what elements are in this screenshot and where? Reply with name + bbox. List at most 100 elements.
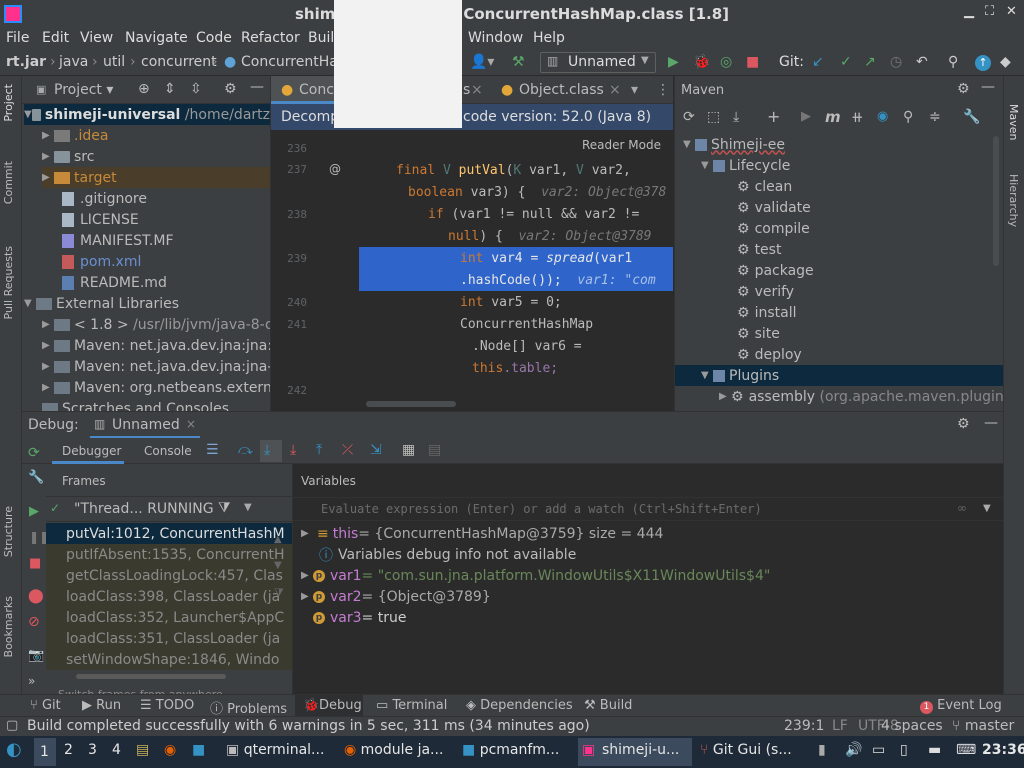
- taskbar-app-git-gui[interactable]: ⑂ Git Gui (s...: [700, 742, 792, 758]
- frame-row[interactable]: putIfAbsent:1535, ConcurrentH: [46, 544, 292, 565]
- tab-concurrenthashmap[interactable]: ● Concu: [271, 76, 343, 104]
- tab-debugger[interactable]: Debugger: [52, 438, 124, 464]
- menu-window[interactable]: Window: [468, 30, 523, 46]
- keyboard-icon[interactable]: ⌨: [956, 742, 976, 758]
- trace-icon[interactable]: ▤: [428, 442, 441, 458]
- chevron-up-icon[interactable]: ▲: [274, 534, 282, 545]
- override-annotation-icon[interactable]: @: [329, 162, 341, 176]
- horizontal-scrollbar[interactable]: [366, 401, 456, 407]
- variable-row[interactable]: p var3 = true: [313, 607, 406, 628]
- battery-icon[interactable]: ▮: [818, 742, 826, 758]
- thread-selector[interactable]: ✓ "Thread... RUNNING ⧩ ▼: [46, 496, 292, 522]
- menu-view[interactable]: View: [80, 30, 113, 46]
- breadcrumb-class[interactable]: ConcurrentHas: [241, 54, 345, 70]
- line-separator[interactable]: LF: [832, 718, 848, 734]
- maven-goal[interactable]: ⚙ site: [737, 323, 780, 344]
- tab-object-class[interactable]: Object.class: [519, 82, 604, 98]
- project-view-dropdown[interactable]: Project ▾: [54, 82, 113, 98]
- stripe-tab-hierarchy[interactable]: Hierarchy: [1007, 174, 1020, 227]
- search-icon[interactable]: ⚲: [948, 54, 958, 70]
- filter-icon[interactable]: ⧩: [274, 586, 284, 600]
- taskbar-app-pcmanfm[interactable]: ■ pcmanfm...: [462, 742, 559, 758]
- stop-icon[interactable]: ■: [29, 556, 41, 571]
- frame-row[interactable]: loadClass:351, ClassLoader (ja: [46, 628, 292, 649]
- tree-item[interactable]: .gitignore: [62, 188, 147, 209]
- tree-item[interactable]: ▶ < 1.8 > /usr/lib/jvm/java-8-o: [42, 314, 270, 335]
- maven-plugins[interactable]: ▼ Plugins: [675, 365, 1003, 386]
- bottom-tab-run[interactable]: ▶ Run: [82, 698, 121, 713]
- bottom-tab-build[interactable]: ⚒ Build: [584, 698, 632, 713]
- expand-icon[interactable]: ⇳: [190, 81, 202, 97]
- frame-row[interactable]: getClassLoadingLock:457, Clas: [46, 565, 292, 586]
- tree-item[interactable]: README.md: [62, 272, 167, 293]
- workspace-3[interactable]: 3: [88, 742, 97, 758]
- layout-icon[interactable]: ☰: [206, 442, 219, 458]
- collapse-all-icon[interactable]: ⇕: [164, 81, 176, 97]
- display-icon[interactable]: ▬: [928, 742, 941, 758]
- stripe-tab-commit[interactable]: Commit: [2, 161, 15, 204]
- download-icon[interactable]: ⤓: [733, 109, 739, 125]
- tree-item[interactable]: LICENSE: [62, 209, 139, 230]
- execute-goal-icon[interactable]: m: [825, 108, 841, 126]
- chevron-down-icon[interactable]: ▼: [274, 560, 282, 571]
- bottom-tab-debug[interactable]: 🐞 Debug: [295, 695, 363, 717]
- menu-refactor[interactable]: Refactor: [241, 30, 300, 46]
- menu-help[interactable]: Help: [533, 30, 565, 46]
- menu-navigate[interactable]: Navigate: [125, 30, 188, 46]
- tree-item[interactable]: ▶ target: [42, 167, 270, 188]
- indent-setting[interactable]: 4 spaces: [881, 718, 943, 734]
- filter-icon[interactable]: ⧩: [218, 500, 231, 516]
- close-tab-icon[interactable]: ×: [609, 82, 621, 98]
- mute-breakpoints-icon[interactable]: ⊘: [28, 614, 40, 630]
- force-step-into-icon[interactable]: ⤓: [290, 442, 296, 458]
- maximize-icon[interactable]: ⛶: [985, 4, 994, 19]
- taskbar-app-intellij[interactable]: ▣ shimeji-u...: [578, 738, 692, 766]
- tree-item[interactable]: ▶ Maven: net.java.dev.jna:jna-p: [42, 356, 270, 377]
- horizontal-scrollbar[interactable]: [76, 674, 226, 679]
- wrench-icon[interactable]: 🔧: [28, 470, 44, 485]
- chevron-down-icon[interactable]: ▼: [983, 503, 991, 514]
- taskbar-app-qterminal[interactable]: ▣ qterminal...: [226, 742, 324, 758]
- user-icon[interactable]: 👤▾: [470, 54, 494, 70]
- menu-build[interactable]: Buil: [308, 30, 334, 46]
- history-icon[interactable]: ◷: [890, 54, 902, 70]
- more-icon[interactable]: »: [28, 674, 35, 688]
- git-update-icon[interactable]: ↙: [812, 54, 824, 70]
- tree-item[interactable]: pom.xml: [62, 251, 141, 272]
- frame-row[interactable]: putVal:1012, ConcurrentHashM: [46, 523, 292, 544]
- status-message[interactable]: Build completed successfully with 6 warn…: [27, 718, 590, 734]
- rollback-icon[interactable]: ↶: [916, 54, 928, 70]
- stripe-tab-project[interactable]: Project: [2, 84, 15, 122]
- tree-root[interactable]: ▼ shimeji-universal /home/dartz: [24, 104, 270, 125]
- files-icon[interactable]: ▤: [136, 742, 149, 758]
- hide-icon[interactable]: —: [981, 79, 995, 95]
- bottom-tab-problems[interactable]: ⓘ Problems: [210, 698, 287, 717]
- close-tab-icon[interactable]: ×: [186, 417, 196, 431]
- close-tab-icon[interactable]: ×: [471, 82, 483, 98]
- bottom-tab-todo[interactable]: ☰ TODO: [140, 698, 194, 713]
- tree-item[interactable]: ▶ Maven: org.netbeans.externa: [42, 377, 270, 398]
- clipboard-icon[interactable]: ▯: [900, 742, 908, 758]
- frame-row[interactable]: loadClass:398, ClassLoader (ja: [46, 586, 292, 607]
- maven-goal[interactable]: ⚙ package: [737, 260, 814, 281]
- gear-icon[interactable]: ⚙: [224, 81, 237, 97]
- generate-sources-icon[interactable]: ⬚: [707, 109, 720, 125]
- frame-row[interactable]: setWindowShape:1846, Windo: [46, 649, 292, 670]
- show-execution-point-icon[interactable]: ⤼: [238, 442, 253, 458]
- run-config-dropdown[interactable]: ▥ Unnamed ▼: [540, 52, 656, 73]
- maven-goal[interactable]: ⚙ install: [737, 302, 796, 323]
- toggle-offline-icon[interactable]: ⧺: [851, 108, 864, 126]
- firefox-icon[interactable]: ◉: [164, 742, 176, 758]
- maven-plugin-assembly[interactable]: ▶ ⚙ assembly (org.apache.maven.plugins:: [719, 386, 1003, 407]
- tree-item[interactable]: ▶ .idea: [42, 125, 108, 146]
- variable-row[interactable]: ▶ ≡ this = {ConcurrentHashMap@3759} size …: [301, 523, 663, 544]
- run-icon[interactable]: ▶: [801, 109, 811, 124]
- taskbar-app-firefox[interactable]: ◉ module ja...: [344, 742, 443, 758]
- layout-icon[interactable]: ▢: [6, 718, 18, 733]
- more-icon[interactable]: ⋮: [656, 82, 670, 98]
- maven-goal[interactable]: ⚙ verify: [737, 281, 794, 302]
- hide-icon[interactable]: —: [984, 415, 998, 431]
- breadcrumb-java[interactable]: java: [59, 54, 88, 70]
- gear-icon[interactable]: ⚙: [957, 81, 970, 97]
- maven-goal[interactable]: ⚙ clean: [737, 176, 792, 197]
